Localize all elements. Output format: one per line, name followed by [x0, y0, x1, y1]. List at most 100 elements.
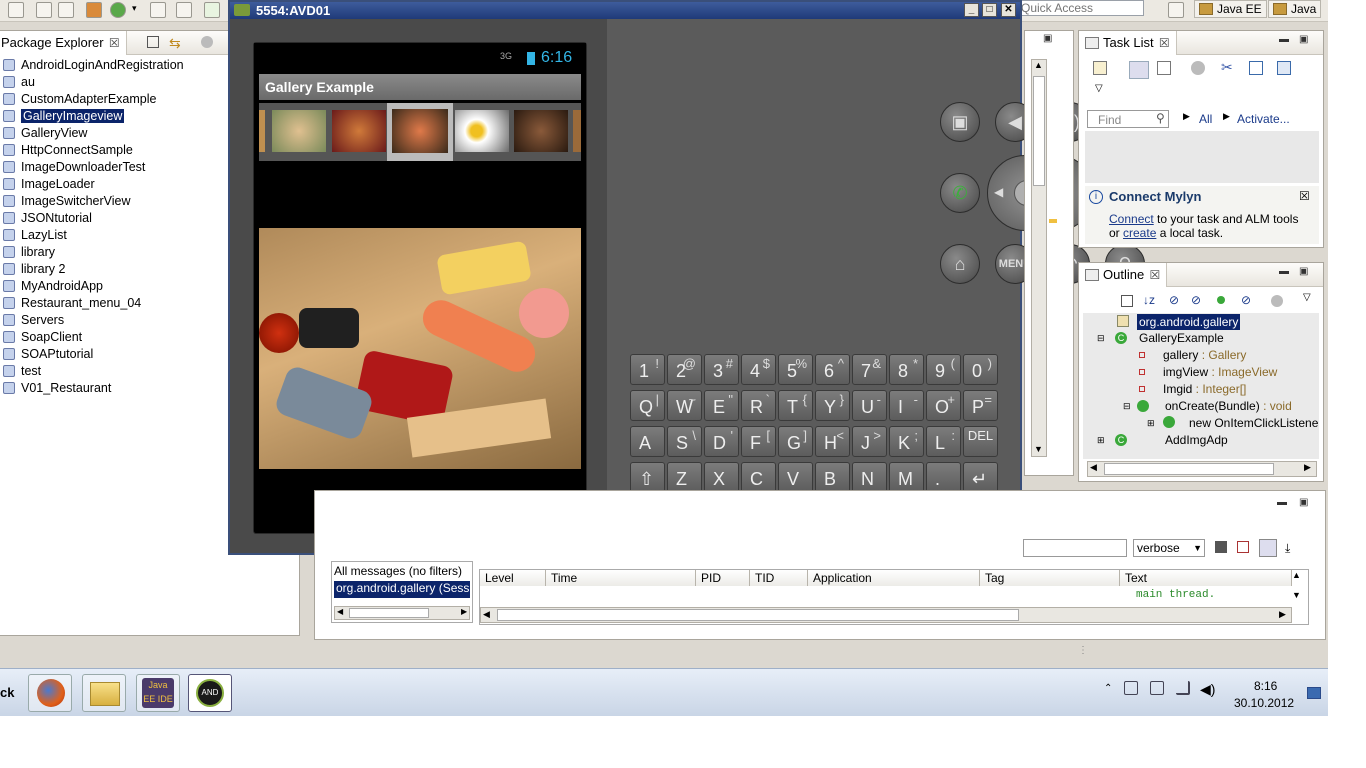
keyboard-key[interactable]: W ~ [667, 390, 702, 421]
filter-all-link[interactable]: All [1199, 112, 1212, 126]
device-icon[interactable] [1150, 681, 1164, 695]
keyboard-key[interactable]: 4 $ [741, 354, 776, 385]
keyboard-key[interactable]: A [630, 426, 665, 457]
keyboard-key[interactable]: R ` [741, 390, 776, 421]
save-icon[interactable] [1215, 541, 1227, 553]
maximize-icon[interactable]: ▣ [1043, 34, 1053, 45]
keyboard-key[interactable]: J > [852, 426, 887, 457]
perspective-java[interactable]: Java [1268, 0, 1322, 18]
close-button[interactable]: ✕ [1001, 3, 1016, 17]
flag-icon[interactable] [1124, 681, 1138, 695]
scroll-down-icon[interactable]: ▼ [1034, 444, 1043, 454]
sidebar-item-project[interactable]: GalleryImageview [3, 108, 125, 125]
keyboard-key[interactable]: G] [778, 426, 813, 457]
open-perspective-icon[interactable] [1168, 2, 1184, 18]
column-header[interactable]: Text [1120, 570, 1292, 586]
device-screen[interactable]: 3G 6:16 Gallery Example [253, 42, 587, 534]
outline-item-field[interactable]: Imgid : Integer[] [1163, 382, 1246, 396]
scroll-thumb[interactable] [497, 609, 1019, 621]
run-dropdown-icon[interactable]: ▾ [132, 3, 137, 14]
sort-icon[interactable]: ↓z [1143, 293, 1155, 307]
sidebar-item-project[interactable]: V01_Restaurant [3, 380, 111, 397]
sidebar-item-project[interactable]: ImageSwitcherView [3, 193, 131, 210]
scroll-right-icon[interactable]: ▶ [461, 607, 467, 616]
sidebar-item-project[interactable]: Servers [3, 312, 64, 329]
sync-icon[interactable] [1271, 295, 1283, 307]
scroll-lock-icon[interactable]: ⤓ [1285, 541, 1290, 556]
keyboard-key[interactable]: U- [852, 390, 887, 421]
keyboard-key[interactable]: 8 * [889, 354, 924, 385]
log-level-select[interactable]: verbose ▼ [1133, 539, 1205, 557]
expand-icon[interactable]: ⊞ [1147, 418, 1155, 429]
task-find-input[interactable]: Find ⚲ [1087, 110, 1169, 128]
sidebar-item-project[interactable]: library 2 [3, 261, 65, 278]
column-header[interactable]: Tag [980, 570, 1120, 586]
column-header[interactable]: PID [696, 570, 750, 586]
sidebar-item-project[interactable]: CustomAdapterExample [3, 91, 156, 108]
run-icon[interactable] [110, 2, 126, 18]
hide-local-types-icon[interactable]: ⊘ [1241, 293, 1251, 307]
categorized-icon[interactable] [1129, 61, 1149, 79]
filter-horizontal-scrollbar[interactable]: ◀ ▶ [334, 606, 470, 620]
filter-all-messages[interactable]: All messages (no filters) [334, 564, 462, 578]
link-editor-icon[interactable]: ⇆ [169, 35, 181, 52]
keyboard-key[interactable]: O + [926, 390, 961, 421]
maximize-icon[interactable]: ▣ [1299, 267, 1309, 278]
collapse-icon[interactable]: ⊟ [1123, 401, 1131, 412]
keyboard-key[interactable]: 1! [630, 354, 665, 385]
outline-item-anon[interactable]: new OnItemClickListene [1189, 416, 1318, 430]
outline-item-package[interactable]: org.android.gallery [1137, 314, 1241, 330]
column-header[interactable]: TID [750, 570, 808, 586]
sidebar-item-project[interactable]: ImageLoader [3, 176, 95, 193]
keyboard-key[interactable]: DEL [963, 426, 998, 457]
hide-fields-icon[interactable]: ⊘ [1169, 293, 1179, 307]
keyboard-key[interactable]: X [704, 462, 739, 493]
clear-log-icon[interactable] [1237, 541, 1249, 553]
sidebar-item-project[interactable]: au [3, 74, 35, 91]
keyboard-key[interactable]: C [741, 462, 776, 493]
create-link[interactable]: create [1123, 226, 1156, 240]
scroll-right-icon[interactable]: ▶ [1304, 462, 1311, 473]
start-fragment[interactable]: ck [0, 685, 14, 700]
call-button[interactable]: ✆ [940, 173, 980, 213]
new-task-icon[interactable] [1093, 61, 1107, 75]
keyboard-key[interactable]: P = [963, 390, 998, 421]
outline-item-method[interactable]: onCreate(Bundle) : void [1165, 399, 1292, 413]
clock-date[interactable]: 30.10.2012 [1234, 696, 1294, 710]
taskbar-firefox[interactable] [28, 674, 72, 712]
keyboard-key[interactable]: I- [889, 390, 924, 421]
maximize-icon[interactable]: ▣ [1299, 498, 1309, 509]
taskbar-emulator[interactable]: AND [188, 674, 232, 712]
network-icon[interactable] [1176, 681, 1190, 695]
keyboard-key[interactable]: B [815, 462, 850, 493]
sidebar-item-project[interactable]: LazyList [3, 227, 67, 244]
print-icon[interactable] [58, 2, 74, 18]
hide-nonpublic-icon[interactable] [1217, 296, 1225, 304]
sidebar-item-project[interactable]: Restaurant_menu_04 [3, 295, 141, 312]
close-icon[interactable]: ☒ [109, 31, 120, 55]
connect-link[interactable]: Connect [1109, 212, 1154, 226]
collapse-icon[interactable] [1249, 61, 1263, 75]
filter-completed-icon[interactable]: ✂ [1221, 59, 1233, 76]
tab-task-list[interactable]: Task List ☒ [1079, 31, 1177, 55]
outline-item-class[interactable]: GalleryExample [1139, 331, 1224, 345]
keyboard-key[interactable]: H < [815, 426, 850, 457]
expand-icon[interactable]: ⊞ [1097, 435, 1105, 446]
keyboard-key[interactable]: Z [667, 462, 702, 493]
outline-item-inner-class[interactable]: AddImgAdp [1165, 433, 1228, 447]
keyboard-key[interactable]: M [889, 462, 924, 493]
minimize-icon[interactable]: ▬ [1279, 35, 1289, 46]
volume-icon[interactable]: ◀) [1200, 681, 1215, 698]
perspective-java-ee[interactable]: Java EE [1194, 0, 1267, 18]
scroll-up-icon[interactable]: ▲ [1292, 570, 1301, 580]
keyboard-key[interactable]: Y} [815, 390, 850, 421]
gallery-thumb[interactable] [272, 110, 326, 152]
show-desktop-icon[interactable] [1307, 687, 1321, 699]
toggle-filters-icon[interactable] [1259, 539, 1277, 557]
close-icon[interactable]: ☒ [1149, 263, 1160, 287]
outline-horizontal-scrollbar[interactable]: ◀ ▶ [1087, 461, 1317, 477]
download-icon[interactable] [150, 2, 166, 18]
maximize-button[interactable]: □ [982, 3, 997, 17]
activate-link[interactable]: Activate... [1237, 112, 1290, 126]
view-menu-icon[interactable]: ▽ [1303, 292, 1311, 303]
